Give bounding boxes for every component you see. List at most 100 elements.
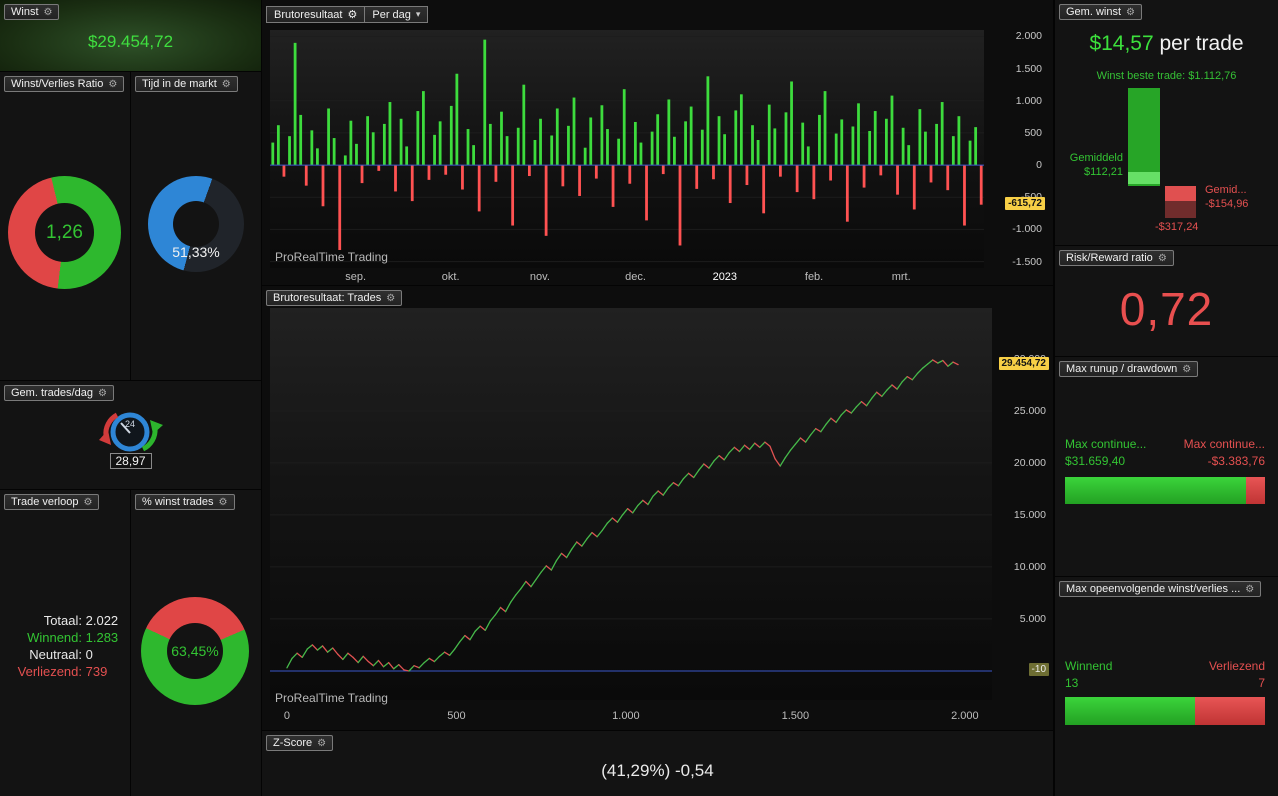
tijd-value: 51,33% — [172, 244, 220, 260]
y-axis-label: 0 — [1036, 159, 1042, 172]
panel-daily-bar-chart: Brutoresultaat ⚙ Per dag ▾ 2.000 1.500 1.0… — [262, 0, 1053, 285]
x-axis-label: dec. — [625, 271, 646, 283]
y-axis-label: 5.000 — [1019, 612, 1046, 625]
gauge-24-label: 24 — [125, 419, 135, 429]
x-axis-label: 500 — [447, 710, 466, 722]
wrench-icon[interactable]: ⚙ — [219, 497, 228, 508]
wrench-icon[interactable]: ⚙ — [44, 7, 53, 18]
equity-plot[interactable] — [270, 308, 992, 700]
avg-win-label: Gemiddeld — [1069, 152, 1123, 164]
x-axis-label: 1.500 — [781, 710, 810, 722]
per-dag-dropdown[interactable]: Per dag ▾ — [365, 6, 429, 23]
wl-ratio-donut: 1,26 — [8, 176, 121, 289]
zscore-header[interactable]: Z-Score ⚙ — [266, 735, 334, 751]
equity-chart-header[interactable]: Brutoresultaat: Trades ⚙ — [266, 290, 403, 306]
panel-wl-ratio: Winst/Verlies Ratio ⚙ 1,26 — [0, 72, 130, 380]
panel-trades-day: Gem. trades/dag ⚙ 24 28,97 — [0, 381, 261, 489]
risk-reward-header[interactable]: Risk/Reward ratio ⚙ — [1059, 250, 1174, 266]
y-axis-label: 20.000 — [1013, 456, 1046, 469]
wrench-icon[interactable]: ⚙ — [83, 497, 92, 508]
panel-winst-header[interactable]: Winst ⚙ — [4, 4, 60, 20]
streak-loss-value: 7 — [1258, 676, 1265, 690]
wrench-icon[interactable]: ⚙ — [317, 738, 326, 749]
wrench-icon[interactable]: ⚙ — [108, 79, 117, 90]
x-axis-label: 2.000 — [951, 710, 979, 722]
gem-winst-amount: $14,57 — [1089, 32, 1154, 55]
panel-pct-winst-header[interactable]: % winst trades ⚙ — [135, 494, 235, 510]
panel-zscore: Z-Score ⚙ (41,29%) -0,54 — [262, 731, 1053, 796]
streak-bar — [1065, 697, 1265, 725]
wrench-icon[interactable]: ⚙ — [386, 293, 395, 304]
runup-loss-label: Max continue... — [1183, 437, 1265, 451]
equity-y-axis: 30.00025.00020.00015.00010.0005.00029.45… — [994, 308, 1052, 700]
pct-winst-donut: 63,45% — [141, 597, 249, 705]
best-trade-label: Winst beste trade: $1.112,76 — [1096, 70, 1237, 82]
panel-streak: Max opeenvolgende winst/verlies ... ⚙ Wi… — [1055, 577, 1278, 796]
last-value-badge: -615,72 — [1005, 196, 1045, 210]
panel-trades-day-header[interactable]: Gem. trades/dag ⚙ — [4, 385, 114, 401]
daily-bar-x-axis: sep. okt. nov. dec. 2023 feb. mrt. — [270, 271, 984, 285]
verloop-row-winnend: Winnend: 1.283 — [27, 630, 119, 645]
gem-winst-headline: $14,57 per trade — [1055, 32, 1278, 56]
chevron-down-icon: ▾ — [415, 9, 421, 19]
wrench-icon[interactable]: ⚙ — [1245, 584, 1254, 595]
daily-bar-plot[interactable] — [270, 30, 984, 268]
x-axis-label: nov. — [529, 271, 550, 283]
verloop-row-totaal: Totaal: 2.022 — [43, 613, 119, 628]
panel-wl-ratio-header[interactable]: Winst/Verlies Ratio ⚙ — [4, 76, 125, 92]
wrench-icon[interactable]: ⚙ — [98, 388, 107, 399]
streak-bar-red — [1195, 697, 1265, 725]
x-axis-label: 0 — [283, 710, 290, 722]
last-value-badge: 29.454,72 — [998, 356, 1049, 370]
panel-winst: Winst ⚙ $29.454,72 — [0, 0, 261, 71]
panel-verloop: Trade verloop ⚙ Totaal: 2.022 Winnend: 1… — [0, 490, 130, 796]
winst-value: $29.454,72 — [87, 32, 174, 51]
gem-winst-header[interactable]: Gem. winst ⚙ — [1059, 4, 1142, 20]
runup-title: Max runup / drawdown — [1066, 363, 1178, 375]
verloop-stats: Totaal: 2.022 Winnend: 1.283 Neutraal: 0… — [6, 612, 119, 680]
x-axis-label: feb. — [804, 271, 824, 283]
watermark: ProRealTime Trading — [275, 250, 388, 264]
runup-bar-red — [1245, 477, 1265, 504]
streak-title: Max opeenvolgende winst/verlies ... — [1066, 583, 1241, 595]
streak-header[interactable]: Max opeenvolgende winst/verlies ... ⚙ — [1059, 581, 1262, 597]
avg-win-value: $112,21 — [1084, 166, 1123, 178]
y-axis-label: 1.500 — [1015, 62, 1042, 75]
x-axis-label: okt. — [441, 271, 460, 283]
avg-win-marker — [1128, 172, 1160, 184]
panel-equity-chart: Brutoresultaat: Trades ⚙ 30.00025.00020.… — [262, 286, 1053, 730]
risk-reward-title: Risk/Reward ratio — [1066, 252, 1153, 264]
verloop-row-neutraal: Neutraal: 0 — [29, 647, 93, 662]
wrench-icon[interactable]: ⚙ — [1126, 7, 1135, 18]
trades-day-value: 28,97 — [109, 453, 152, 469]
y-axis-label: 15.000 — [1013, 508, 1046, 521]
daily-bar-y-axis: 2.0001.5001.0005000-500-1.000-1.500-615,… — [986, 30, 1048, 268]
y-axis-label: -1.000 — [1012, 223, 1042, 236]
streak-win-label: Winnend — [1065, 659, 1113, 673]
wrench-icon[interactable]: ⚙ — [1158, 253, 1167, 264]
equity-x-axis: 0 500 1.000 1.500 2.000 — [270, 710, 992, 725]
panel-runup-drawdown: Max runup / drawdown ⚙ Max continue... $… — [1055, 357, 1278, 576]
panel-verloop-header[interactable]: Trade verloop ⚙ — [4, 494, 100, 510]
y-axis-label: 25.000 — [1013, 404, 1046, 417]
x-axis-label: 2023 — [712, 271, 738, 283]
daily-chart-title-chip[interactable]: Brutoresultaat ⚙ — [266, 6, 366, 23]
runup-win-value: $31.659,40 — [1065, 454, 1126, 468]
gem-winst-title: Gem. winst — [1066, 6, 1122, 18]
wrench-icon[interactable]: ⚙ — [222, 79, 231, 90]
wrench-icon[interactable]: ⚙ — [1182, 364, 1191, 375]
x-axis-label: mrt. — [891, 271, 911, 283]
avg-loss-label: Gemid... — [1205, 184, 1247, 196]
verloop-row-verliezend: Verliezend: 739 — [17, 664, 108, 679]
wl-ratio-value: 1,26 — [46, 221, 83, 243]
wrench-icon[interactable]: ⚙ — [347, 8, 357, 21]
avg-win-bar — [1128, 88, 1160, 186]
equity-chart-title: Brutoresultaat: Trades — [273, 292, 382, 304]
y-axis-label: -1.500 — [1012, 255, 1042, 268]
risk-reward-value: 0,72 — [1119, 283, 1214, 335]
runup-header[interactable]: Max runup / drawdown ⚙ — [1059, 361, 1199, 377]
worst-trade-value: -$317,24 — [1155, 221, 1199, 233]
panel-verloop-title: Trade verloop — [11, 496, 79, 508]
daily-chart-title: Brutoresultaat — [274, 8, 343, 21]
panel-tijd-header[interactable]: Tijd in de markt ⚙ — [135, 76, 238, 92]
